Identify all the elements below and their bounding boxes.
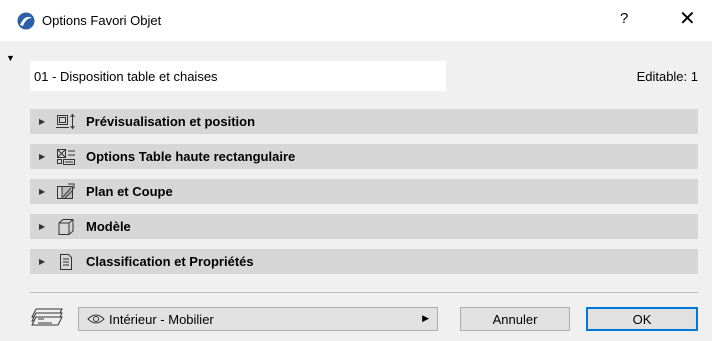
expand-triangle-icon[interactable]: ▶ [39,117,47,126]
footer-separator [30,292,698,293]
help-button[interactable]: ? [620,10,628,27]
editable-count-label: Editable: 1 [636,69,698,84]
close-button[interactable]: ✕ [679,6,696,31]
preview-position-icon [56,113,75,129]
expand-triangle-icon[interactable]: ▶ [39,187,47,196]
panel-plan-section[interactable]: ▶ Plan et Coupe [30,179,698,204]
title-bar: Options Favori Objet ? ✕ [0,0,712,41]
panel-label: Modèle [86,219,131,234]
expand-triangle-icon[interactable]: ▶ [39,222,47,231]
panel-label: Classification et Propriétés [86,254,254,269]
ok-button[interactable]: OK [586,307,698,331]
eye-icon [87,314,105,324]
expand-triangle-icon[interactable]: ▶ [39,152,47,161]
panel-label: Options Table haute rectangulaire [86,149,296,164]
cancel-button[interactable]: Annuler [460,307,570,331]
panel-label: Prévisualisation et position [86,114,256,129]
floorplan-section-icon [57,183,75,199]
panel-table-options[interactable]: ▶ Options Table haute rectangulaire [30,144,698,169]
favorite-name-input[interactable] [30,61,446,91]
archicad-logo-icon [17,12,35,30]
layer-select[interactable]: Intérieur - Mobilier ▶ [78,307,438,331]
expand-triangle-icon[interactable]: ▶ [39,257,47,266]
dialog-menu-arrow-icon[interactable]: ▼ [6,53,15,63]
panel-model[interactable]: ▶ Modèle [30,214,698,239]
layer-icon[interactable] [30,305,64,327]
window-title: Options Favori Objet [42,13,162,28]
classification-icon [60,253,72,270]
panel-classification[interactable]: ▶ Classification et Propriétés [30,249,698,274]
panel-label: Plan et Coupe [86,184,173,199]
panel-preview-position[interactable]: ▶ Prévisualisation et position [30,109,698,134]
3d-model-icon [58,218,74,235]
object-settings-icon [57,148,75,165]
chevron-right-icon: ▶ [422,313,429,323]
layer-value: Intérieur - Mobilier [109,311,214,327]
